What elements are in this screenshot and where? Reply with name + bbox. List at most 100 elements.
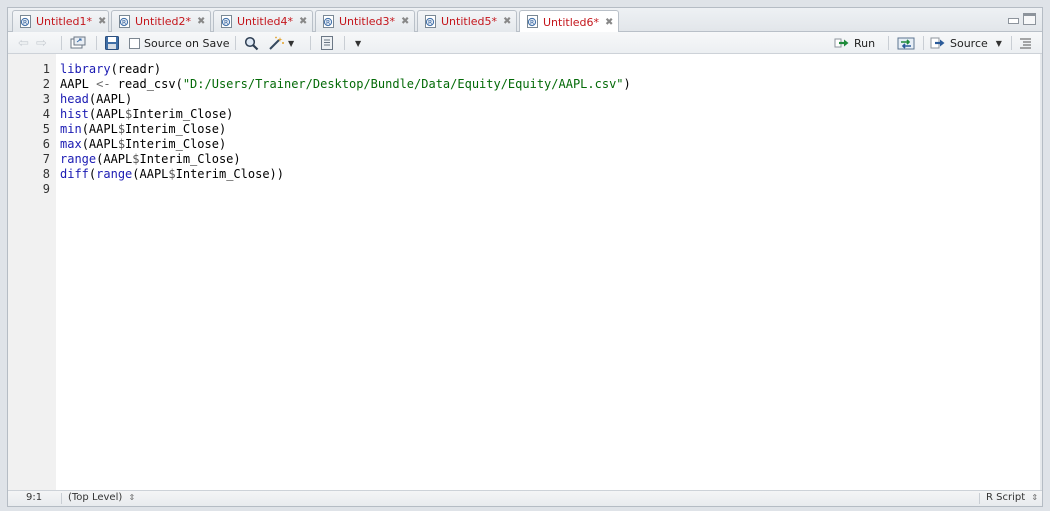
source-on-save-toggle[interactable]: Source on Save — [129, 35, 229, 51]
line-number-gutter: 1 2 3 4 5 6 7 8 9 — [8, 54, 56, 490]
source-button[interactable]: Source ▼ — [930, 35, 1002, 51]
forward-button[interactable]: ⇨ — [36, 35, 47, 51]
code-token: (AAPL — [96, 152, 133, 166]
svg-text:R: R — [122, 19, 126, 26]
line-number: 3 — [42, 92, 50, 106]
line-number: 6 — [42, 137, 50, 151]
tab-untitled1[interactable]: R Untitled1* ✖ — [12, 10, 109, 32]
r-file-icon: R — [526, 15, 539, 29]
svg-text:R: R — [23, 19, 27, 26]
code-token: <- — [96, 77, 111, 91]
svg-text:R: R — [224, 19, 228, 26]
code-line: min(AAPL$Interim_Close) — [60, 122, 226, 137]
line-number: 1 — [42, 62, 50, 76]
tab-untitled6[interactable]: R Untitled6* ✖ — [519, 10, 619, 33]
code-token: (readr) — [110, 62, 162, 76]
save-button[interactable] — [105, 35, 119, 51]
compile-report-button[interactable] — [320, 35, 334, 51]
svg-text:R: R — [326, 19, 330, 26]
code-token: (AAPL — [81, 122, 118, 136]
code-token: ) — [623, 77, 631, 91]
rerun-icon — [897, 37, 915, 49]
line-number: 2 — [42, 77, 50, 91]
line-number: 7 — [42, 152, 50, 166]
code-line: head(AAPL) — [60, 92, 132, 107]
code-token: read_csv( — [110, 77, 183, 91]
minimize-pane-button[interactable] — [1007, 13, 1020, 25]
magic-wand-icon — [269, 36, 284, 50]
line-number: 9 — [42, 182, 50, 196]
code-token: Interim_Close) — [125, 122, 227, 136]
tab-label: Untitled1* — [36, 15, 93, 28]
r-file-icon: R — [424, 14, 437, 29]
scope-label: (Top Level) — [68, 492, 123, 503]
tab-untitled3[interactable]: R Untitled3* ✖ — [315, 10, 415, 32]
close-icon[interactable]: ✖ — [197, 16, 205, 27]
rerun-button[interactable] — [897, 35, 915, 51]
code-token: Interim_Close) — [125, 137, 227, 151]
tab-untitled4[interactable]: R Untitled4* ✖ — [213, 10, 313, 32]
scope-selector[interactable]: (Top Level) ⇕ — [68, 492, 135, 503]
more-options-menu[interactable]: ▼ — [352, 35, 361, 51]
close-icon[interactable]: ✖ — [503, 16, 511, 27]
search-icon — [244, 36, 259, 50]
file-type-selector[interactable]: R Script ⇕ — [986, 492, 1038, 503]
show-in-window-button[interactable] — [70, 35, 86, 51]
save-icon — [105, 36, 119, 50]
code-editor[interactable]: library(readr) AAPL <- read_csv("D:/Users… — [60, 54, 1042, 490]
source-editor-pane: R Untitled1* ✖ R Untitled2* ✖ R Untitled… — [7, 7, 1043, 507]
updown-icon: ⇕ — [1031, 493, 1039, 502]
updown-icon: ⇕ — [128, 493, 136, 502]
document-outline-button[interactable] — [1019, 35, 1032, 51]
r-file-icon: R — [322, 14, 335, 29]
code-token: Interim_Close) — [132, 107, 234, 121]
code-token: library — [60, 62, 111, 76]
code-token: (AAPL — [81, 137, 118, 151]
code-token: max — [60, 137, 82, 151]
close-icon[interactable]: ✖ — [605, 17, 613, 28]
svg-text:R: R — [530, 20, 534, 27]
code-tools-menu[interactable]: ▼ — [268, 35, 294, 51]
forward-arrow-icon: ⇨ — [36, 35, 47, 51]
source-icon — [930, 37, 945, 49]
find-replace-button[interactable] — [244, 35, 259, 51]
r-file-icon: R — [19, 14, 32, 29]
code-token: Interim_Close) — [139, 152, 241, 166]
back-button[interactable]: ⇦ — [18, 35, 29, 51]
vertical-scrollbar[interactable] — [1040, 54, 1042, 490]
code-token: Interim_Close)) — [175, 167, 284, 181]
code-line: library(readr) — [60, 62, 161, 77]
maximize-pane-button[interactable] — [1023, 13, 1036, 25]
line-number: 5 — [42, 122, 50, 136]
code-token: AAPL — [60, 77, 97, 91]
code-line: diff(range(AAPL$Interim_Close)) — [60, 167, 284, 182]
code-token: head — [60, 92, 89, 106]
code-token: $ — [168, 167, 176, 181]
tab-untitled2[interactable]: R Untitled2* ✖ — [111, 10, 211, 32]
r-file-icon: R — [118, 14, 131, 29]
run-button[interactable]: Run — [834, 35, 875, 51]
code-token: (AAPL — [88, 107, 126, 121]
file-type-label: R Script — [986, 492, 1026, 503]
tab-untitled5[interactable]: R Untitled5* ✖ — [417, 10, 517, 32]
tab-label: Untitled6* — [543, 15, 600, 29]
pane-window-controls — [1007, 13, 1036, 25]
source-on-save-label: Source on Save — [144, 36, 230, 50]
close-icon[interactable]: ✖ — [299, 16, 307, 27]
code-line: range(AAPL$Interim_Close) — [60, 152, 241, 167]
chevron-down-icon[interactable]: ▼ — [996, 39, 1002, 48]
code-token: $ — [117, 137, 126, 151]
source-on-save-checkbox[interactable] — [129, 37, 140, 49]
show-in-window-icon — [70, 36, 86, 49]
editor-toolbar: ⇦ ⇨ Source on Save ▼ ▼ Run Source ▼ — [8, 32, 1042, 54]
close-icon[interactable]: ✖ — [401, 16, 409, 27]
r-file-icon: R — [220, 14, 233, 29]
code-token: (AAPL — [132, 167, 169, 181]
code-line: AAPL <- read_csv("D:/Users/Trainer/Deskt… — [60, 77, 631, 92]
compile-report-icon — [321, 36, 333, 50]
source-label: Source — [950, 36, 988, 50]
tab-bar: R Untitled1* ✖ R Untitled2* ✖ R Untitled… — [8, 8, 1042, 33]
outline-icon — [1020, 38, 1031, 49]
close-icon[interactable]: ✖ — [98, 16, 106, 27]
code-line: max(AAPL$Interim_Close) — [60, 137, 226, 152]
